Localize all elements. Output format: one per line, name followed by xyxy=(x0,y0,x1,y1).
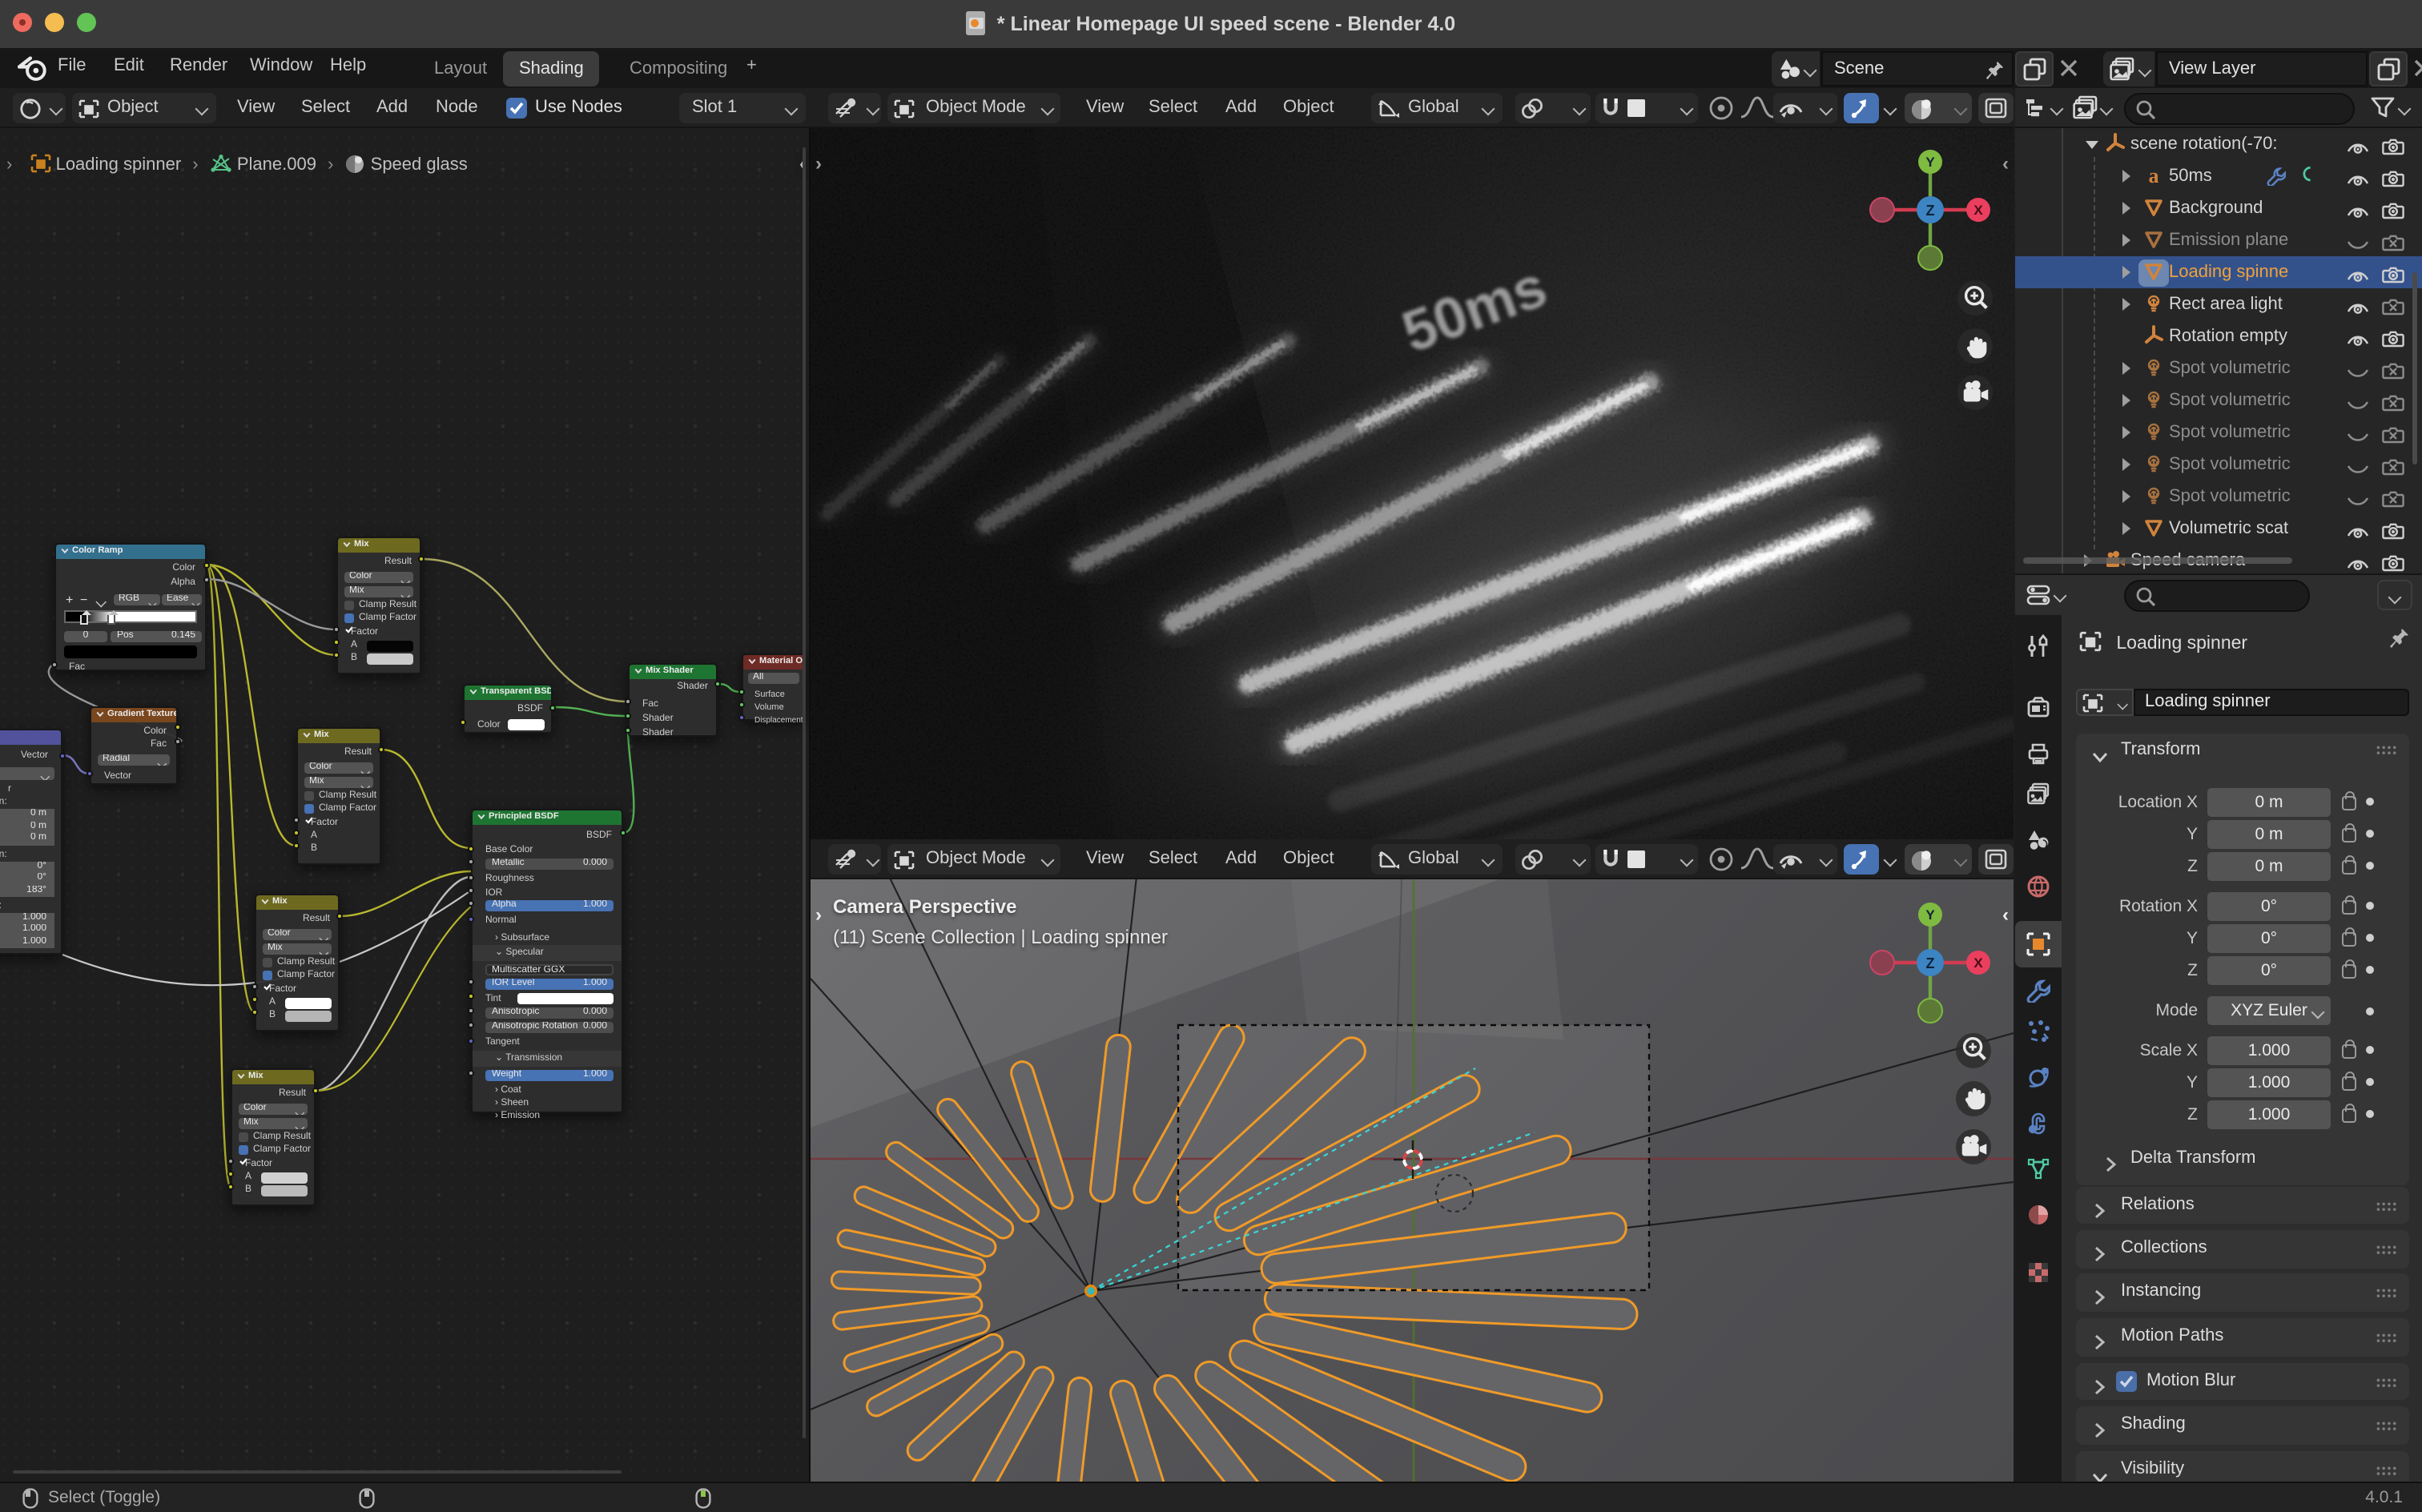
svg-text:Y: Y xyxy=(1925,907,1935,922)
svg-text:Y: Y xyxy=(1925,155,1935,170)
svg-text:Z: Z xyxy=(1926,955,1935,971)
svg-text:X: X xyxy=(1973,203,1983,218)
svg-text:X: X xyxy=(1973,955,1983,970)
svg-text:Z: Z xyxy=(1926,203,1935,219)
svg-text:a: a xyxy=(2149,165,2159,186)
